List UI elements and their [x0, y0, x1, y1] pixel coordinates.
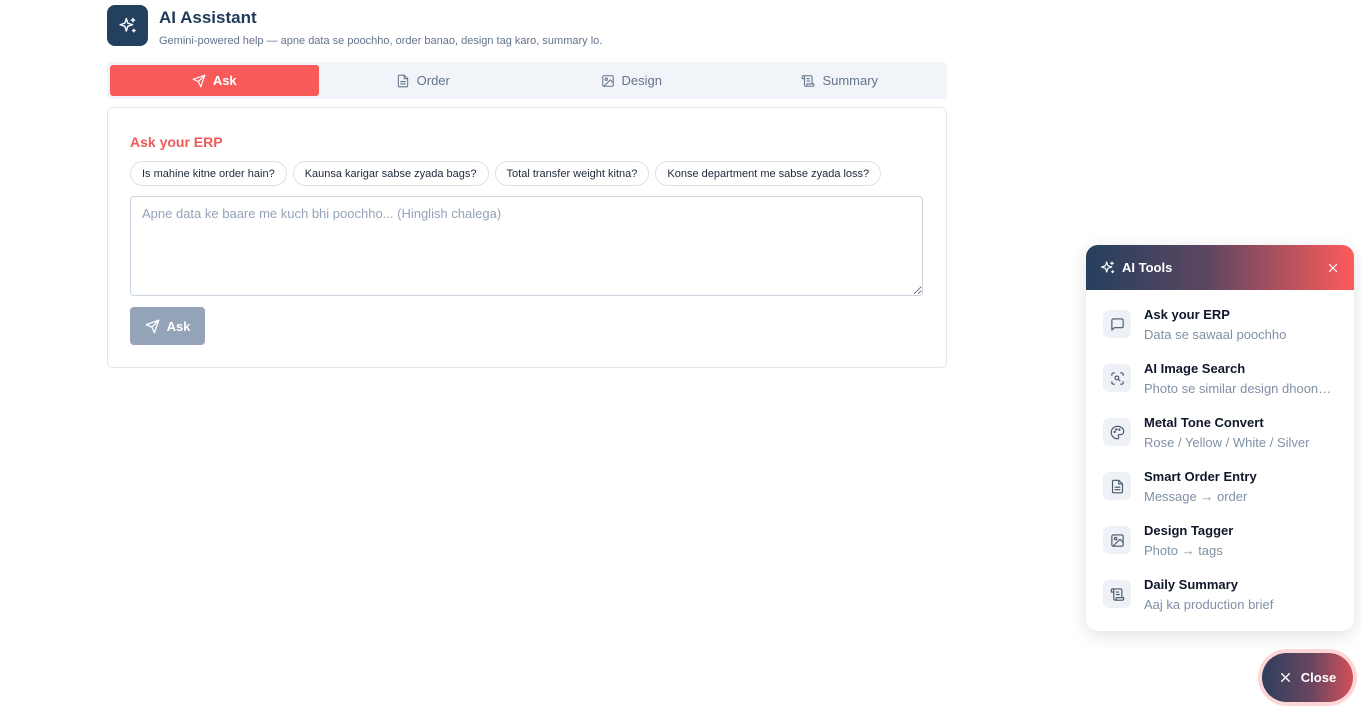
- close-icon: [1280, 673, 1290, 682]
- chat-icon: [1103, 310, 1131, 338]
- send-icon: [192, 74, 206, 87]
- tab-label: Design: [621, 73, 662, 88]
- ai-tools-panel: AI Tools Ask your ERP Data se sawaal poo…: [1086, 245, 1354, 631]
- ai-tools-header: AI Tools: [1086, 245, 1354, 290]
- ask-button[interactable]: Ask: [130, 307, 205, 345]
- tool-metal-tone[interactable]: Metal Tone Convert Rose / Yellow / White…: [1086, 406, 1354, 460]
- document-icon: [397, 74, 408, 87]
- tool-desc: Aaj ka production brief: [1144, 597, 1274, 612]
- tool-name: Metal Tone Convert: [1144, 415, 1264, 430]
- tab-bar: Ask Order Design Summary: [107, 62, 947, 99]
- tool-daily-summary[interactable]: Daily Summary Aaj ka production brief: [1086, 568, 1354, 622]
- sparkles-icon: [1101, 260, 1115, 273]
- tab-label: Order: [416, 73, 450, 88]
- tool-name: AI Image Search: [1144, 361, 1246, 376]
- page-header: AI Assistant Gemini-powered help — apne …: [107, 5, 602, 47]
- tool-ask-erp[interactable]: Ask your ERP Data se sawaal poochho: [1086, 298, 1354, 352]
- page-title: AI Assistant: [159, 8, 257, 27]
- page-subtitle: Gemini-powered help — apne data se pooch…: [159, 35, 603, 47]
- ask-card: Ask your ERP Is mahine kitne order hain?…: [107, 107, 947, 368]
- close-fab-label: Close: [1300, 670, 1337, 685]
- tool-desc: Message → order: [1144, 489, 1248, 504]
- close-icon[interactable]: [1326, 261, 1340, 275]
- question-input[interactable]: [130, 196, 923, 296]
- tool-design-tagger[interactable]: Design Tagger Photo → tags: [1086, 514, 1354, 568]
- image-icon: [1103, 526, 1131, 554]
- scroll-icon: [1103, 580, 1131, 608]
- tab-ask[interactable]: Ask: [110, 65, 319, 96]
- tab-label: Summary: [822, 73, 879, 88]
- close-fab-button[interactable]: Close: [1262, 653, 1353, 702]
- tool-name: Smart Order Entry: [1144, 469, 1257, 484]
- ai-tools-list: Ask your ERP Data se sawaal poochho AI I…: [1086, 290, 1354, 622]
- tool-desc: Photo se similar design dhoondho: [1144, 381, 1334, 396]
- tool-desc: Photo → tags: [1144, 543, 1223, 558]
- ai-tools-title: AI Tools: [1122, 260, 1173, 275]
- sparkles-icon: [107, 5, 148, 46]
- ask-card-title: Ask your ERP: [130, 134, 223, 150]
- scan-search-icon: [1103, 364, 1131, 392]
- tool-name: Design Tagger: [1144, 523, 1234, 538]
- tool-image-search[interactable]: AI Image Search Photo se similar design …: [1086, 352, 1354, 406]
- tool-smart-order[interactable]: Smart Order Entry Message → order: [1086, 460, 1354, 514]
- palette-icon: [1103, 418, 1131, 446]
- ask-button-label: Ask: [166, 318, 191, 334]
- tool-name: Daily Summary: [1144, 577, 1238, 592]
- tool-name: Ask your ERP: [1144, 307, 1230, 322]
- tool-desc: Data se sawaal poochho: [1144, 327, 1287, 342]
- send-icon: [145, 319, 159, 333]
- suggestion-chip[interactable]: Konse department me sabse zyada loss?: [655, 161, 882, 186]
- tool-desc: Rose / Yellow / White / Silver: [1144, 435, 1310, 450]
- image-icon: [601, 74, 614, 87]
- suggestion-chip[interactable]: Kaunsa karigar sabse zyada bags?: [292, 161, 489, 186]
- tab-label: Ask: [212, 73, 237, 88]
- tab-summary[interactable]: Summary: [736, 65, 945, 96]
- document-icon: [1103, 472, 1131, 500]
- tab-order[interactable]: Order: [319, 65, 528, 96]
- suggestion-chip[interactable]: Total transfer weight kitna?: [494, 161, 650, 186]
- suggestion-chip[interactable]: Is mahine kitne order hain?: [130, 161, 287, 186]
- suggestion-chips: Is mahine kitne order hain? Kaunsa karig…: [130, 161, 882, 186]
- tab-design[interactable]: Design: [527, 65, 736, 96]
- scroll-icon: [802, 74, 815, 87]
- page: AI Assistant Gemini-powered help — apne …: [0, 0, 1361, 717]
